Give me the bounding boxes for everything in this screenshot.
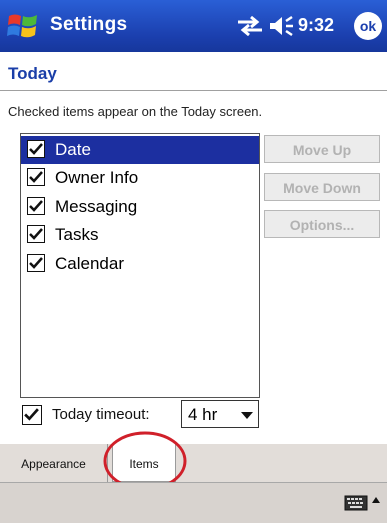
list-item-tasks[interactable]: Tasks [21, 221, 259, 249]
date-checkbox[interactable] [27, 140, 45, 158]
items-listbox[interactable]: Date Owner Info Messaging Tasks Calendar [20, 133, 260, 398]
command-bar [0, 482, 387, 523]
owner-info-checkbox[interactable] [27, 168, 45, 186]
instructions-text: Checked items appear on the Today screen… [8, 104, 263, 119]
checkmark-icon [29, 228, 43, 240]
checkmark-icon [29, 257, 43, 269]
tab-strip: Appearance Items [0, 444, 387, 482]
volume-icon[interactable] [268, 15, 294, 37]
tasks-label: Tasks [55, 225, 99, 244]
messaging-checkbox[interactable] [27, 197, 45, 215]
input-panel-arrow-icon[interactable] [372, 497, 380, 503]
today-timeout-checkbox[interactable] [22, 405, 42, 425]
app-title: Settings [50, 14, 128, 35]
timeout-value: 4 hr [188, 405, 218, 424]
chevron-down-icon [241, 412, 253, 419]
list-item-owner-info[interactable]: Owner Info [21, 164, 259, 192]
checkmark-icon [29, 171, 43, 183]
calendar-label: Calendar [55, 254, 124, 273]
keyboard-icon[interactable] [344, 495, 368, 511]
page-title: Today [8, 64, 57, 83]
date-label: Date [55, 140, 91, 159]
connectivity-icon[interactable] [236, 16, 264, 36]
tab-items[interactable]: Items [112, 444, 176, 482]
today-timeout-label: Today timeout: [52, 406, 150, 423]
clock[interactable]: 9:32 [298, 15, 334, 36]
header-divider [0, 90, 387, 91]
title-bar: Settings 9:32 ok [0, 0, 387, 52]
list-item-messaging[interactable]: Messaging [21, 193, 259, 221]
windows-start-icon[interactable] [6, 10, 40, 42]
messaging-label: Messaging [55, 197, 138, 216]
list-item-date[interactable]: Date [21, 136, 259, 164]
checkmark-icon [29, 200, 43, 212]
tab-appearance[interactable]: Appearance [0, 444, 108, 482]
options-button[interactable]: Options... [264, 210, 380, 238]
owner-info-label: Owner Info [55, 168, 139, 187]
move-down-button[interactable]: Move Down [264, 173, 380, 201]
tasks-checkbox[interactable] [27, 225, 45, 243]
calendar-checkbox[interactable] [27, 254, 45, 272]
list-item-calendar[interactable]: Calendar [21, 250, 259, 278]
timeout-dropdown[interactable]: 4 hr [181, 400, 259, 428]
move-up-button[interactable]: Move Up [264, 135, 380, 163]
checkmark-icon [29, 143, 43, 155]
ok-button[interactable]: ok [354, 12, 382, 40]
checkmark-icon [24, 408, 39, 421]
